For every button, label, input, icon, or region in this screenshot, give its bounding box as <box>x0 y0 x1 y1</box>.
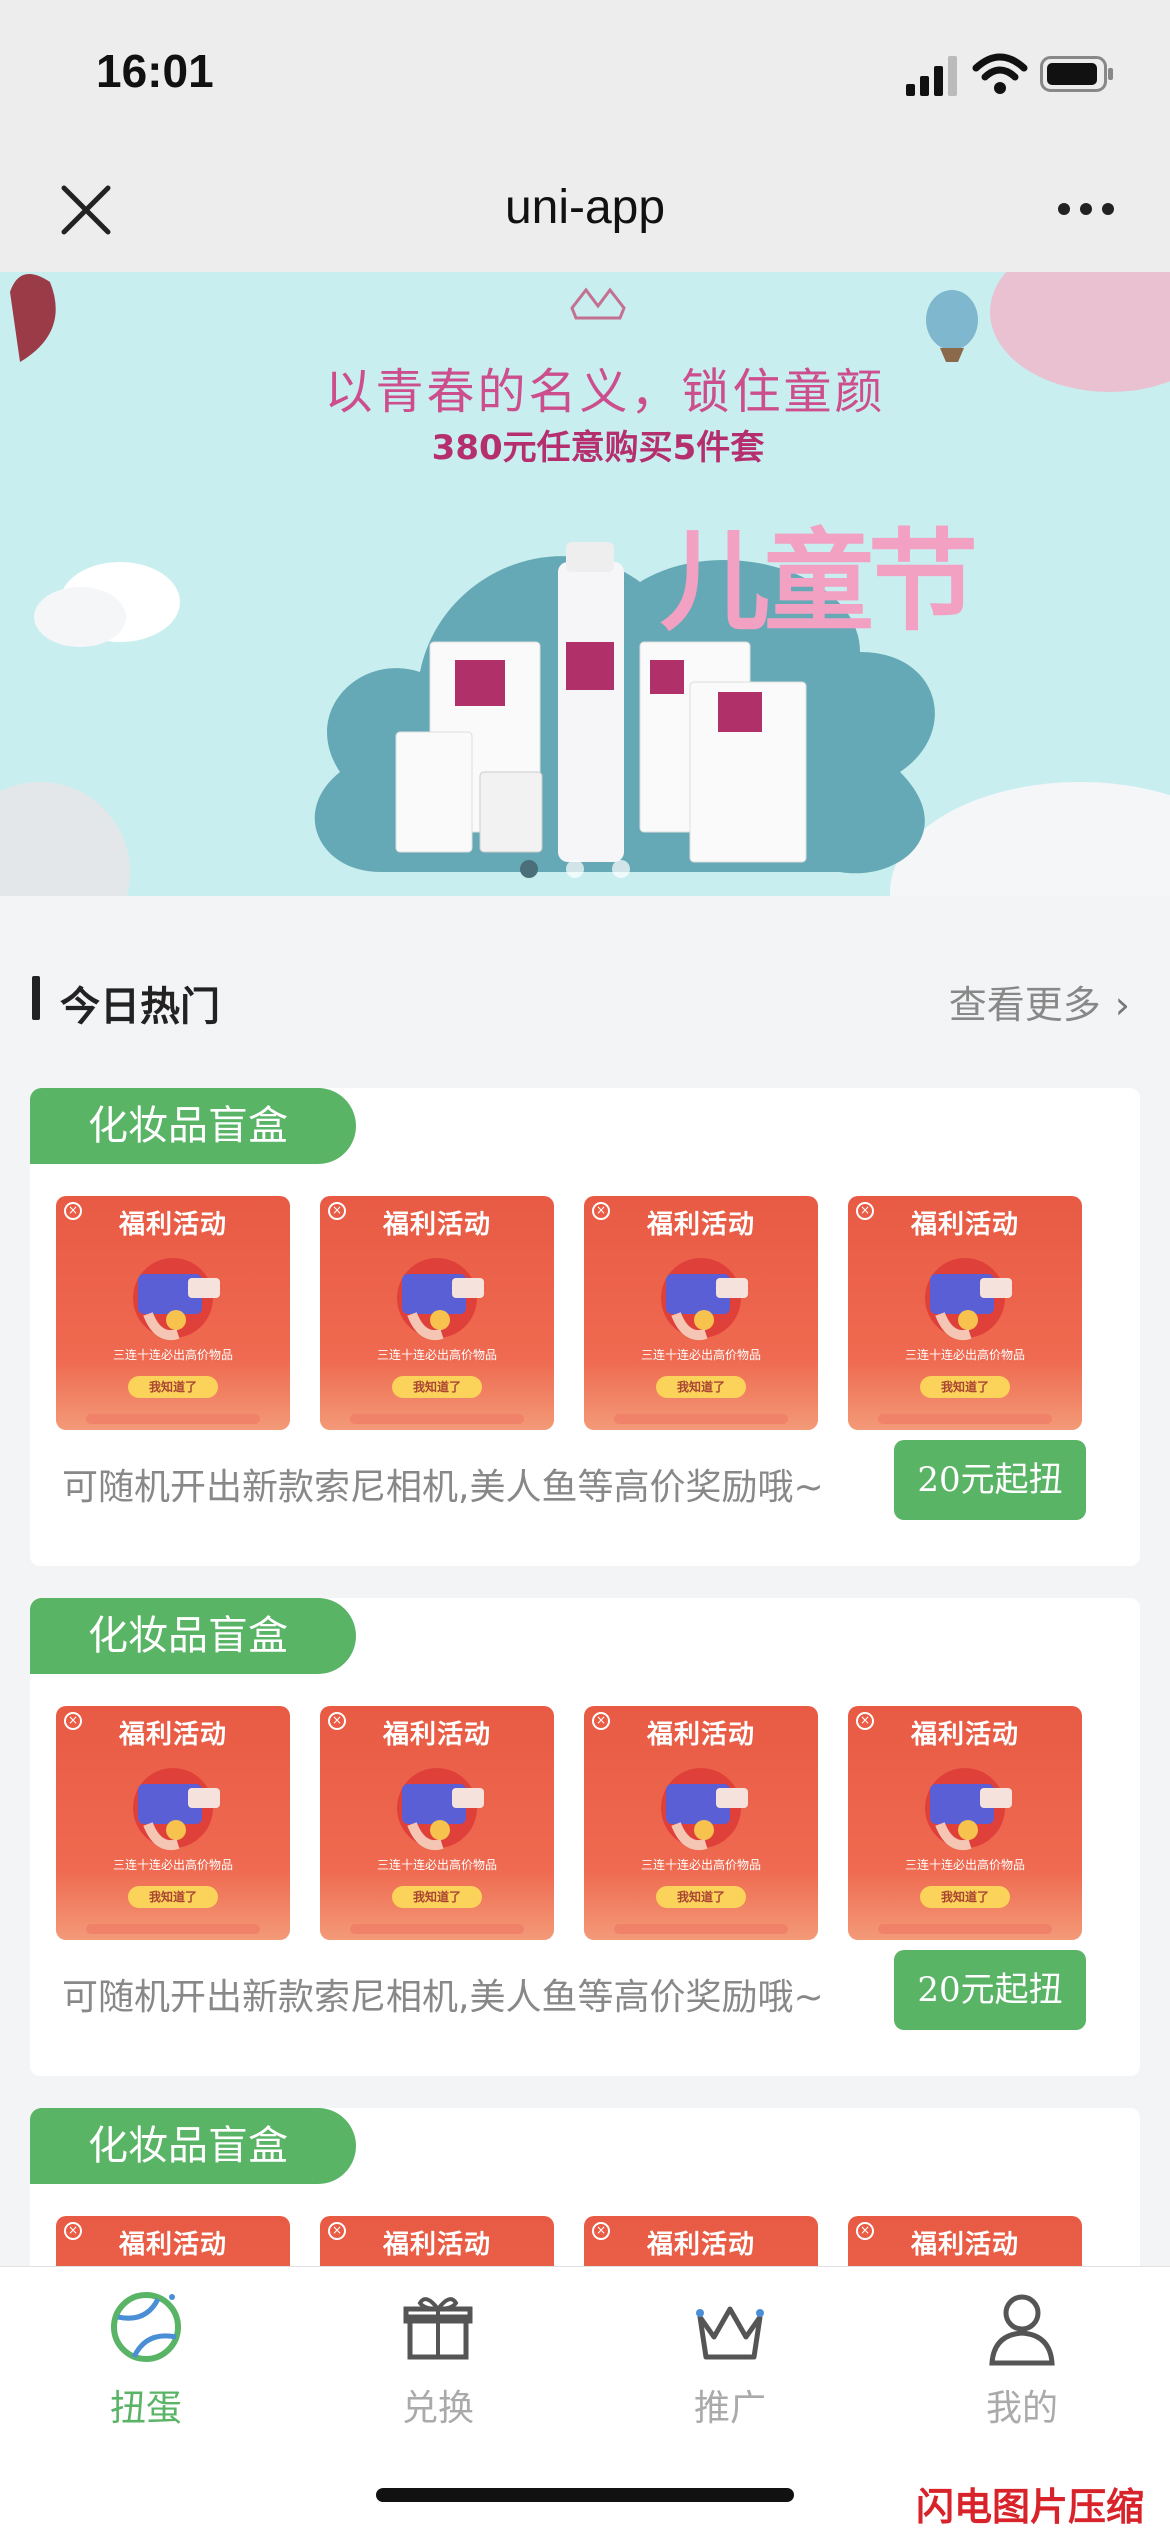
tab-label: 推广 <box>693 2388 766 2429</box>
thumb-footer <box>350 1924 524 1934</box>
coupon-illustration-icon <box>661 1258 748 1340</box>
card-description: 可随机开出新款索尼相机,美人鱼等高价奖励哦~ <box>62 1977 824 2018</box>
section-marker <box>32 976 40 1020</box>
thumb-footer <box>614 1414 788 1424</box>
thumb-title: 福利活动 <box>382 1720 491 1750</box>
prize-thumbnail[interactable]: × 福利活动 三连十连必出高价物品 我知道了 <box>848 1196 1082 1430</box>
thumb-button: 我知道了 <box>920 1886 1010 1908</box>
thumb-footer <box>350 1414 524 1424</box>
thumb-footer <box>86 1414 260 1424</box>
card-tag: 化妆品盲盒 <box>30 2108 356 2184</box>
nav-bar: uni-app <box>0 150 1170 272</box>
prize-thumbnail[interactable]: × 福利活动 三连十连必出高价物品 我知道了 <box>56 1706 290 1940</box>
thumb-caption: 三连十连必出高价物品 <box>112 1858 233 1872</box>
banner-title: 以青春的名义，锁住童颜 <box>324 364 886 420</box>
coupon-illustration-icon <box>397 1258 484 1340</box>
crown-icon <box>696 2306 764 2360</box>
status-time: 16:01 <box>96 45 214 97</box>
card-description: 可随机开出新款索尼相机,美人鱼等高价奖励哦~ <box>62 1467 824 1508</box>
thumb-caption: 三连十连必出高价物品 <box>376 1858 497 1872</box>
coupon-illustration-icon <box>133 1768 220 1850</box>
coupon-illustration-icon <box>133 1258 220 1340</box>
card-tag: 化妆品盲盒 <box>30 1088 356 1164</box>
view-more-link[interactable]: 查看更多 › <box>949 974 1130 1029</box>
thumb-title: 福利活动 <box>646 1720 755 1750</box>
carousel-dot[interactable] <box>566 860 584 878</box>
prize-thumbnail[interactable]: × 福利活动 三连十连必出高价物品 我知道了 <box>56 1196 290 1430</box>
thumb-button: 我知道了 <box>656 1376 746 1398</box>
prize-thumbnail[interactable]: × 福利活动 三连十连必出高价物品 我知道了 <box>320 1706 554 1940</box>
thumb-button: 我知道了 <box>920 1376 1010 1398</box>
battery-icon <box>1040 56 1113 92</box>
tab-label: 扭蛋 <box>109 2388 182 2429</box>
prize-thumbnail[interactable]: × 福利活动 三连十连必出高价物品 我知道了 <box>848 1706 1082 1940</box>
prize-thumbnail[interactable]: × 福利活动 三连十连必出高价物品 我知道了 <box>584 1196 818 1430</box>
thumb-title: 福利活动 <box>910 1210 1019 1240</box>
carousel-indicator <box>520 860 630 878</box>
tab-label: 我的 <box>985 2388 1058 2429</box>
status-bar: 16:01 <box>0 0 1170 150</box>
tab-exchange[interactable]: 兑换 <box>338 2287 538 2437</box>
thumb-title: 福利活动 <box>646 1210 755 1240</box>
ball-icon <box>111 2292 181 2362</box>
thumb-title: 福利活动 <box>910 2230 1019 2260</box>
coupon-illustration-icon <box>925 1258 1012 1340</box>
thumb-title: 福利活动 <box>910 1720 1019 1750</box>
coupon-illustration-icon <box>661 1768 748 1850</box>
thumb-caption: 三连十连必出高价物品 <box>904 1858 1025 1872</box>
thumb-footer <box>614 1924 788 1934</box>
thumb-footer <box>878 1414 1052 1424</box>
thumb-caption: 三连十连必出高价物品 <box>112 1348 233 1362</box>
page-title: uni-app <box>504 181 666 234</box>
thumb-row: × 福利活动 三连十连必出高价物品 我知道了 × 福利活动 三连十连必出高价物品… <box>56 1196 1082 1430</box>
thumb-title: 福利活动 <box>118 1210 227 1240</box>
prize-thumbnail[interactable]: × 福利活动 三连十连必出高价物品 我知道了 <box>584 1706 818 1940</box>
start-spin-button[interactable]: 20元起扭 <box>894 1440 1086 1520</box>
wifi-icon <box>972 53 1028 94</box>
thumb-footer <box>86 1924 260 1934</box>
tab-promote[interactable]: 推广 <box>630 2287 830 2437</box>
user-icon <box>989 2294 1055 2366</box>
thumb-button: 我知道了 <box>128 1376 218 1398</box>
prize-thumbnail[interactable]: × 福利活动 三连十连必出高价物品 我知道了 <box>320 1196 554 1430</box>
more-options-icon[interactable] <box>1054 184 1118 234</box>
carousel-dot[interactable] <box>612 860 630 878</box>
thumb-title: 福利活动 <box>382 2230 491 2260</box>
thumb-caption: 三连十连必出高价物品 <box>640 1858 761 1872</box>
watermark-text: 闪电图片压缩器 <box>916 2485 1145 2529</box>
section-header: 今日热门 查看更多 › <box>32 960 1138 1040</box>
thumb-row: × 福利活动 三连十连必出高价物品 我知道了 × 福利活动 三连十连必出高价物品… <box>56 1706 1082 1940</box>
tab-label: 兑换 <box>401 2388 474 2429</box>
thumb-title: 福利活动 <box>646 2230 755 2260</box>
thumb-caption: 三连十连必出高价物品 <box>640 1348 761 1362</box>
thumb-footer <box>878 1924 1052 1934</box>
view-more-label: 查看更多 <box>948 983 1101 1027</box>
thumb-button: 我知道了 <box>128 1886 218 1908</box>
thumb-caption: 三连十连必出高价物品 <box>904 1348 1025 1362</box>
product-card[interactable]: 化妆品盲盒 × 福利活动 三连十连必出高价物品 我知道了 × 福利活动 三连十连… <box>30 1598 1140 2076</box>
coupon-illustration-icon <box>397 1768 484 1850</box>
gift-icon <box>403 2297 473 2360</box>
tab-profile[interactable]: 我的 <box>922 2287 1122 2437</box>
section-title: 今日热门 <box>60 984 220 1030</box>
carousel-dot[interactable] <box>520 860 538 878</box>
product-card[interactable]: 化妆品盲盒 × 福利活动 三连十连必出高价物品 我知道了 × 福利活动 三连十连… <box>30 1088 1140 1566</box>
coupon-illustration-icon <box>925 1768 1012 1850</box>
banner-subtitle: 380元任意购买5件套 <box>431 428 765 468</box>
start-spin-button[interactable]: 20元起扭 <box>894 1950 1086 2030</box>
tab-gacha[interactable]: 扭蛋 <box>46 2287 246 2437</box>
thumb-button: 我知道了 <box>656 1886 746 1908</box>
thumb-caption: 三连十连必出高价物品 <box>376 1348 497 1362</box>
thumb-title: 福利活动 <box>382 1210 491 1240</box>
cellular-signal-icon <box>906 56 957 96</box>
promo-banner[interactable]: 以青春的名义，锁住童颜 380元任意购买5件套 儿童节 <box>0 272 1170 896</box>
chevron-right-icon: › <box>1114 983 1130 1027</box>
thumb-button: 我知道了 <box>392 1886 482 1908</box>
home-indicator[interactable] <box>376 2488 794 2502</box>
thumb-title: 福利活动 <box>118 1720 227 1750</box>
thumb-title: 福利活动 <box>118 2230 227 2260</box>
thumb-button: 我知道了 <box>392 1376 482 1398</box>
card-tag: 化妆品盲盒 <box>30 1598 356 1674</box>
banner-label: 儿童节 <box>660 518 978 646</box>
